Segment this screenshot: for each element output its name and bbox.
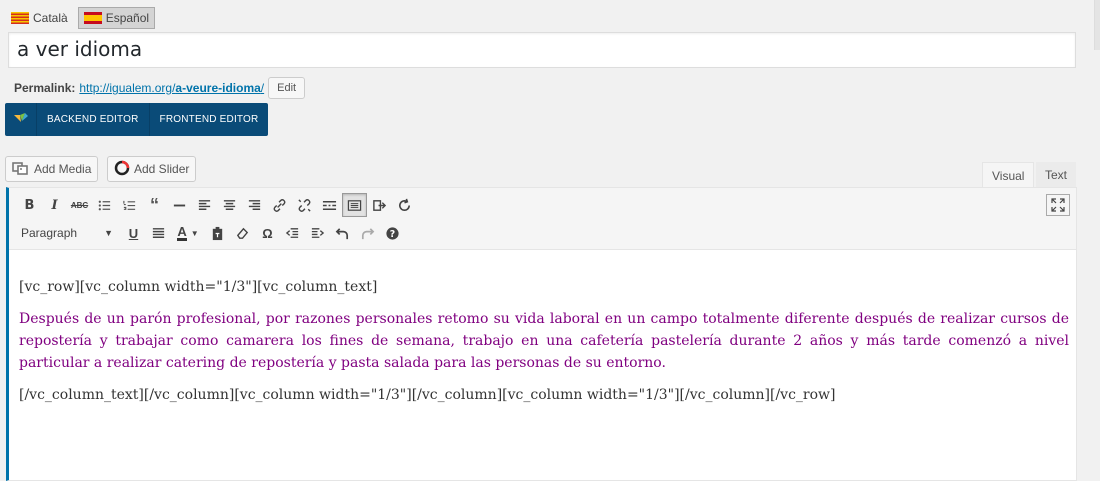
content-paragraph: Después de un parón profesional, por raz… (19, 311, 1069, 371)
bullet-list-icon[interactable] (92, 193, 117, 217)
underline-icon[interactable]: U (121, 221, 146, 245)
format-select-value: Paragraph (21, 226, 78, 240)
align-center-icon[interactable] (217, 193, 242, 217)
language-switcher: Català Español (5, 7, 156, 29)
language-espanol-button[interactable]: Español (77, 7, 156, 29)
editor-toolbar: B I ABC “ Paragraph ▼ U A ▼ Ω ? (9, 188, 1076, 250)
toolbar-row-1: B I ABC “ (17, 192, 417, 218)
spanish-flag-icon (83, 12, 102, 24)
visual-composer-bar: BACKEND EDITOR FRONTEND EDITOR (5, 103, 269, 136)
tab-text[interactable]: Text (1036, 162, 1077, 188)
link-icon[interactable] (267, 193, 292, 217)
bold-icon[interactable]: B (17, 193, 42, 217)
permalink-base: http://igualem.org/ (79, 81, 176, 95)
add-slider-label: Add Slider (134, 162, 190, 176)
add-media-button[interactable]: Add Media (5, 156, 99, 182)
blockquote-icon[interactable]: “ (142, 193, 167, 217)
horizontal-line-icon[interactable] (167, 193, 192, 217)
permalink-row: Permalink: http://igualem.org/a-veure-id… (14, 77, 306, 99)
paste-text-icon[interactable] (205, 221, 230, 245)
media-icon (12, 160, 30, 179)
language-catala-button[interactable]: Català (5, 7, 74, 29)
editor-content[interactable]: [vc_row][vc_column width="1/3"][vc_colum… (19, 276, 1069, 416)
toolbar-toggle-icon[interactable] (342, 193, 367, 217)
slider-icon (114, 160, 130, 179)
add-media-label: Add Media (34, 162, 92, 176)
shortcode-close-line: [/vc_column_text][/vc_column][vc_column … (19, 387, 836, 403)
refresh-icon[interactable] (392, 193, 417, 217)
text-color-icon[interactable]: A ▼ (171, 221, 205, 245)
permalink-link[interactable]: http://igualem.org/a-veure-idioma/ (79, 81, 264, 95)
indent-icon[interactable] (305, 221, 330, 245)
undo-icon[interactable] (330, 221, 355, 245)
permalink-label: Permalink: (14, 81, 76, 95)
post-title-value: a ver idioma (17, 37, 143, 61)
italic-icon[interactable]: I (42, 193, 67, 217)
frontend-editor-button[interactable]: FRONTEND EDITOR (150, 103, 269, 136)
backend-editor-button[interactable]: BACKEND EDITOR (37, 103, 150, 136)
tab-visual[interactable]: Visual (982, 162, 1035, 188)
screen-options-tab[interactable] (1094, 0, 1100, 50)
add-slider-button[interactable]: Add Slider (107, 156, 197, 182)
format-select[interactable]: Paragraph ▼ (17, 222, 117, 244)
post-title-input[interactable]: a ver idioma (8, 32, 1076, 68)
language-label: Español (105, 11, 150, 25)
chevron-down-icon: ▼ (104, 228, 113, 238)
strikethrough-icon[interactable]: ABC (67, 193, 92, 217)
content-editor: B I ABC “ Paragraph ▼ U A ▼ Ω ? [vc_row]… (6, 187, 1077, 481)
read-more-icon[interactable] (317, 193, 342, 217)
align-left-icon[interactable] (192, 193, 217, 217)
outdent-icon[interactable] (280, 221, 305, 245)
special-character-icon[interactable]: Ω (255, 221, 280, 245)
unlink-icon[interactable] (292, 193, 317, 217)
shortcode-open-line: [vc_row][vc_column width="1/3"][vc_colum… (19, 279, 378, 295)
visual-composer-logo-icon (5, 103, 37, 136)
permalink-trailing: / (260, 81, 265, 95)
post-editor-screen: Català Español a ver idioma Permalink: h… (0, 0, 1100, 481)
catalan-flag-icon (11, 12, 29, 24)
toolbar-row-2: Paragraph ▼ U A ▼ Ω ? (17, 220, 405, 246)
redo-icon[interactable] (355, 221, 380, 245)
language-label: Català (33, 11, 68, 25)
help-icon[interactable]: ? (380, 221, 405, 245)
fullscreen-icon[interactable] (1046, 194, 1070, 216)
numbered-list-icon[interactable] (117, 193, 142, 217)
permalink-slug: a-veure-idioma (175, 81, 261, 95)
clear-formatting-icon[interactable] (230, 221, 255, 245)
align-right-icon[interactable] (242, 193, 267, 217)
insert-icon[interactable] (367, 193, 392, 217)
right-edge-strip (1092, 0, 1100, 481)
justify-icon[interactable] (146, 221, 171, 245)
permalink-edit-button[interactable]: Edit (268, 77, 306, 99)
svg-text:?: ? (390, 228, 395, 239)
